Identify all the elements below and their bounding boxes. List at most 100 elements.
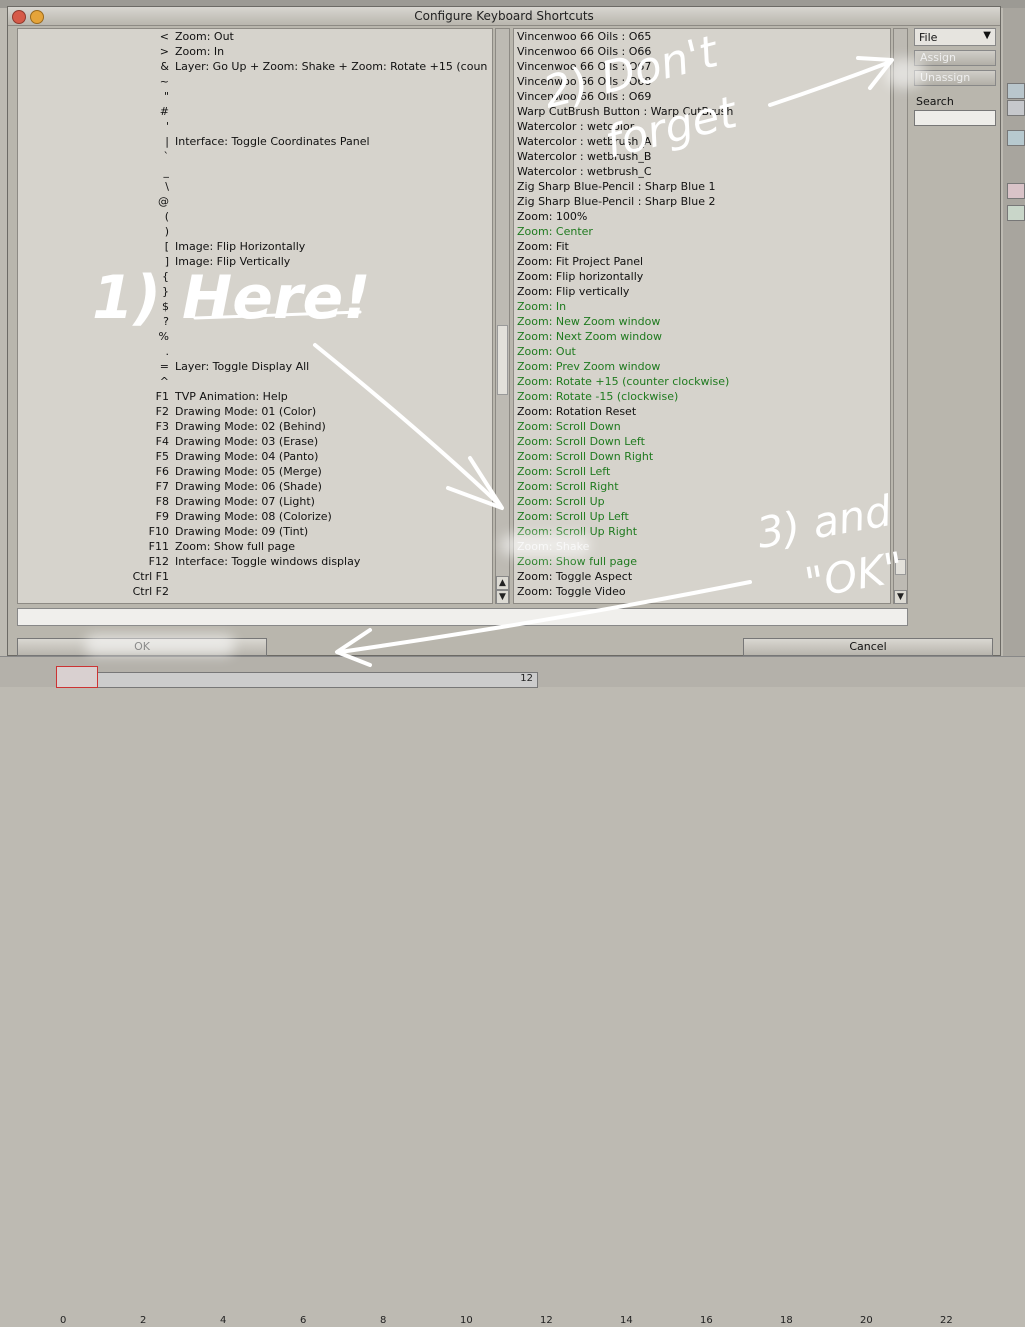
shortcut-key[interactable]: F9 [18, 509, 169, 524]
scrollbar-thumb[interactable] [497, 325, 508, 395]
command-item[interactable]: Zoom: 100% [517, 209, 889, 224]
command-item[interactable]: Zoom: Rotate -15 (clockwise) [517, 389, 889, 404]
shortcut-key[interactable]: _ [18, 164, 170, 179]
shortcut-key[interactable]: F8 [18, 494, 169, 509]
shortcut-key[interactable]: & [18, 59, 169, 74]
shortcut-key[interactable]: } [18, 284, 169, 299]
command-item[interactable]: Watercolor : wetcolor [517, 119, 889, 134]
command-item[interactable]: Watercolor : wetbrush_A [517, 134, 889, 149]
assign-button[interactable]: Assign [914, 50, 996, 66]
shortcut-status-field[interactable] [17, 608, 908, 626]
shortcut-action[interactable] [175, 179, 492, 194]
command-item[interactable]: Zoom: Scroll Right [517, 479, 889, 494]
command-item[interactable]: Vincenwoo 66 Oils : O68 [517, 74, 889, 89]
shortcut-action[interactable]: Drawing Mode: 08 (Colorize) [175, 509, 492, 524]
shortcut-key[interactable]: F1 [18, 389, 169, 404]
unassign-button[interactable]: Unassign [914, 70, 996, 86]
command-item[interactable]: Zoom: Toggle Aspect [517, 569, 889, 584]
command-item[interactable]: Zoom: Rotate +15 (counter clockwise) [517, 374, 889, 389]
shortcut-key[interactable]: > [18, 44, 169, 59]
shortcut-key[interactable]: F11 [18, 539, 169, 554]
shortcut-key[interactable]: [ [18, 239, 169, 254]
command-item[interactable]: Zoom: Scroll Down Right [517, 449, 889, 464]
shortcut-key[interactable]: F7 [18, 479, 169, 494]
shortcut-key[interactable]: | [18, 134, 169, 149]
scroll-down-arrow-icon[interactable]: ▼ [894, 590, 907, 604]
shortcut-key[interactable]: ) [18, 224, 169, 239]
shortcut-action[interactable] [175, 314, 492, 329]
shortcut-key[interactable]: \ [18, 179, 169, 194]
command-list[interactable]: Vincenwoo 66 Oils : O65 Vincenwoo 66 Oils… [513, 28, 891, 604]
shortcut-key[interactable]: ? [18, 314, 169, 329]
shortcut-action[interactable]: Drawing Mode: 04 (Panto) [175, 449, 492, 464]
command-item[interactable]: Vincenwoo 66 Oils : O69 [517, 89, 889, 104]
shortcut-action[interactable]: Image: Flip Vertically [175, 254, 492, 269]
shortcut-key[interactable]: = [18, 359, 169, 374]
shortcut-key[interactable]: # [18, 104, 169, 119]
shortcut-action[interactable]: Drawing Mode: 03 (Erase) [175, 434, 492, 449]
shortcut-key[interactable]: F12 [18, 554, 169, 569]
shortcut-action[interactable] [175, 569, 492, 584]
shortcut-action[interactable] [175, 104, 492, 119]
command-item[interactable]: Warp CutBrush Button : Warp CutBrush [517, 104, 889, 119]
cancel-button[interactable]: Cancel [743, 638, 993, 656]
command-item[interactable]: Zoom: Next Zoom window [517, 329, 889, 344]
shortcut-action[interactable]: Image: Flip Horizontally [175, 239, 492, 254]
command-item[interactable]: Zoom: Prev Zoom window [517, 359, 889, 374]
command-item[interactable]: Vincenwoo 66 Oils : O67 [517, 59, 889, 74]
shortcut-action[interactable]: TVP Animation: Help [175, 389, 492, 404]
shortcut-key[interactable]: F6 [18, 464, 169, 479]
shortcut-key-list[interactable]: < > & ~ " # ' | ` _ \ @()[]{} $?%. = ^ F1 F2 F3 F4 F5 F6 F7 F8… [17, 28, 493, 604]
shortcut-action[interactable] [175, 89, 492, 104]
shortcut-key[interactable]: F5 [18, 449, 169, 464]
left-scrollbar[interactable]: ▲ ▼ [495, 28, 510, 604]
shortcut-key[interactable]: ' [18, 119, 169, 134]
search-input[interactable] [914, 110, 996, 126]
right-scrollbar[interactable]: ▼ [893, 28, 908, 604]
timeline-current-frame[interactable] [56, 666, 98, 688]
shortcut-action[interactable]: Layer: Go Up + Zoom: Shake + Zoom: Rotat… [175, 59, 492, 74]
shortcut-action[interactable] [175, 119, 492, 134]
command-item[interactable]: Watercolor : wetbrush_B [517, 149, 889, 164]
shortcut-key[interactable]: F10 [18, 524, 169, 539]
command-item[interactable]: Zoom: New Zoom window [517, 314, 889, 329]
command-item[interactable]: Zoom: Rotation Reset [517, 404, 889, 419]
shortcut-key[interactable]: < [18, 29, 169, 44]
command-item[interactable]: Watercolor : wetbrush_C [517, 164, 889, 179]
shortcut-action[interactable] [175, 209, 492, 224]
shortcut-key[interactable]: $ [18, 299, 169, 314]
shortcut-action[interactable] [175, 299, 492, 314]
shortcut-key[interactable]: Ctrl F2 [18, 584, 169, 599]
shortcut-action[interactable]: Drawing Mode: 01 (Color) [175, 404, 492, 419]
shortcut-action[interactable]: Interface: Toggle windows display [175, 554, 492, 569]
shortcut-key[interactable]: % [18, 329, 169, 344]
shortcut-key[interactable]: ~ [18, 74, 169, 89]
shortcut-key[interactable]: Ctrl F1 [18, 569, 169, 584]
shortcut-key[interactable]: ` [18, 149, 170, 164]
shortcut-action[interactable] [175, 149, 492, 164]
command-item[interactable]: Zig Sharp Blue-Pencil : Sharp Blue 2 [517, 194, 889, 209]
shortcut-action[interactable] [175, 269, 492, 284]
shortcut-action[interactable] [175, 194, 492, 209]
shortcut-key[interactable]: ] [18, 254, 169, 269]
shortcut-action[interactable]: Drawing Mode: 06 (Shade) [175, 479, 492, 494]
command-item[interactable]: Zoom: Show full page [517, 554, 889, 569]
command-item[interactable]: Vincenwoo 66 Oils : O65 [517, 29, 889, 44]
shortcut-action[interactable] [175, 164, 492, 179]
command-item[interactable]: Zoom: Fit [517, 239, 889, 254]
shortcut-action[interactable]: Drawing Mode: 02 (Behind) [175, 419, 492, 434]
shortcut-key[interactable]: ( [18, 209, 169, 224]
command-item[interactable]: Zoom: In [517, 299, 889, 314]
command-item[interactable]: Vincenwoo 66 Oils : O66 [517, 44, 889, 59]
shortcut-action[interactable]: Zoom: Out [175, 29, 492, 44]
shortcut-key[interactable]: { [18, 269, 169, 284]
title-bar[interactable]: Configure Keyboard Shortcuts [8, 7, 1000, 26]
shortcut-action[interactable]: Zoom: In [175, 44, 492, 59]
shortcut-action[interactable]: Layer: Toggle Display All [175, 359, 492, 374]
shortcut-action[interactable] [175, 329, 492, 344]
shortcut-action[interactable] [175, 374, 492, 389]
command-item[interactable]: Zoom: Scroll Up Left [517, 509, 889, 524]
shortcut-action[interactable]: Drawing Mode: 07 (Light) [175, 494, 492, 509]
command-item[interactable]: Zoom: Flip vertically [517, 284, 889, 299]
shortcut-key[interactable]: F2 [18, 404, 169, 419]
